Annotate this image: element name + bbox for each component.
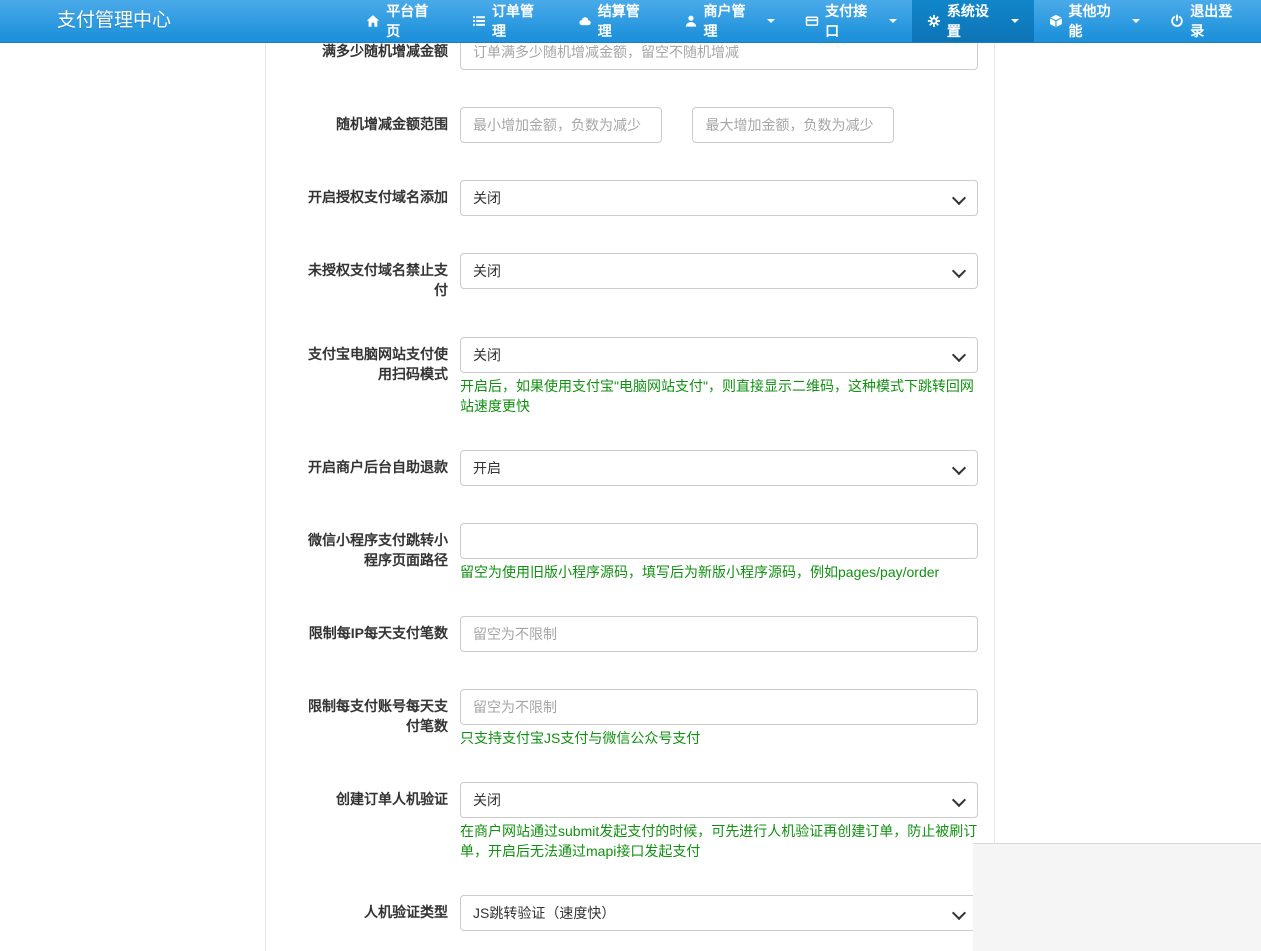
field-label: 人机验证类型 (298, 895, 448, 931)
unauth-domain-block-select[interactable]: 关闭 (460, 253, 978, 289)
nav-item-system-settings[interactable]: 系统设置 (912, 0, 1034, 42)
auth-domain-add-select[interactable]: 关闭 (460, 180, 978, 216)
miniprogram-path-input[interactable] (460, 523, 978, 559)
form-row-ip-daily-limit: 限制每IP每天支付笔数 (266, 616, 994, 652)
nav-item-label: 系统设置 (947, 1, 1003, 41)
nav-item-label: 退出登录 (1190, 1, 1246, 41)
account-daily-limit-input[interactable] (460, 689, 978, 725)
help-text: 开启后，如果使用支付宝"电脑网站支付"，则直接显示二维码，这种模式下跳转回网站速… (460, 376, 978, 416)
alipay-qrcode-mode-select[interactable]: 关闭 (460, 337, 978, 373)
power-icon (1170, 14, 1184, 28)
form-row-account-daily-limit: 限制每支付账号每天支付笔数 只支持支付宝JS支付与微信公众号支付 (266, 689, 994, 748)
nav-item-platform-home[interactable]: 平台首页 (351, 0, 457, 42)
captcha-type-select[interactable]: JS跳转验证（速度快） (460, 895, 978, 931)
gear-icon (927, 14, 941, 28)
nav-item-payment-interface[interactable]: 支付接口 (790, 0, 912, 42)
chevron-down-icon (952, 461, 966, 475)
field-label: 限制每IP每天支付笔数 (298, 616, 448, 652)
home-icon (366, 14, 380, 28)
select-value: 关闭 (473, 338, 501, 372)
credit-card-icon (805, 14, 819, 28)
help-text: 只支持支付宝JS支付与微信公众号支付 (460, 728, 978, 748)
ip-daily-limit-input[interactable] (460, 616, 978, 652)
field-label: 开启商户后台自助退款 (298, 450, 448, 486)
form-row-miniprogram-path: 微信小程序支付跳转小程序页面路径 留空为使用旧版小程序源码，填写后为新版小程序源… (266, 523, 994, 582)
nav-item-settlement-management[interactable]: 结算管理 (563, 0, 669, 42)
form-row-merchant-self-refund: 开启商户后台自助退款 开启 (266, 450, 994, 486)
chevron-down-icon (952, 906, 966, 920)
form-row-unauth-domain-block: 未授权支付域名禁止支付 关闭 (266, 253, 994, 300)
nav-item-label: 结算管理 (598, 1, 654, 41)
nav-menu: 平台首页 订单管理 结算管理 商户管理 支付接口 (351, 0, 1261, 42)
chevron-down-icon (952, 191, 966, 205)
nav-item-other-functions[interactable]: 其他功能 (1034, 0, 1156, 42)
select-value: 关闭 (473, 783, 501, 817)
field-label: 支付宝电脑网站支付使用扫码模式 (298, 337, 448, 416)
list-icon (472, 14, 486, 28)
page: 支付管理中心 平台首页 订单管理 结算管理 商户管理 支付接口 (0, 0, 1261, 951)
cloud-icon (578, 14, 592, 28)
field-label: 未授权支付域名禁止支付 (298, 253, 448, 300)
merchant-self-refund-select[interactable]: 开启 (460, 450, 978, 486)
chevron-down-icon (952, 264, 966, 278)
field-label: 开启授权支付域名添加 (298, 180, 448, 216)
nav-item-label: 商户管理 (703, 1, 759, 41)
random-amount-min-input[interactable] (460, 107, 662, 143)
field-label: 随机增减金额范围 (298, 107, 448, 143)
nav-item-label: 其他功能 (1069, 1, 1125, 41)
random-amount-max-input[interactable] (692, 107, 894, 143)
help-text: 在商户网站通过submit发起支付的时候，可先进行人机验证再创建订单，防止被刷订… (460, 821, 978, 861)
form-row-random-amount-range: 随机增减金额范围 (266, 107, 994, 143)
app-title: 支付管理中心 (0, 0, 316, 42)
field-label: 创建订单人机验证 (298, 782, 448, 861)
select-value: 开启 (473, 451, 501, 485)
caret-down-icon (1132, 19, 1140, 23)
order-captcha-select[interactable]: 关闭 (460, 782, 978, 818)
select-value: JS跳转验证（速度快） (473, 896, 615, 930)
settings-form-panel: 满多少随机增减金额 随机增减金额范围 开启授权支付域名添加 关闭 (265, 42, 995, 951)
select-value: 关闭 (473, 254, 501, 288)
chevron-down-icon (952, 793, 966, 807)
caret-down-icon (767, 19, 775, 23)
top-navbar: 支付管理中心 平台首页 订单管理 结算管理 商户管理 支付接口 (0, 0, 1261, 43)
nav-item-logout[interactable]: 退出登录 (1155, 0, 1261, 42)
nav-item-merchant-management[interactable]: 商户管理 (669, 0, 791, 42)
caret-down-icon (1011, 19, 1019, 23)
select-value: 关闭 (473, 181, 501, 215)
nav-item-order-management[interactable]: 订单管理 (457, 0, 563, 42)
bottom-right-overlay (973, 843, 1261, 951)
cube-icon (1049, 14, 1063, 28)
nav-item-label: 支付接口 (825, 1, 881, 41)
form-row-order-captcha: 创建订单人机验证 关闭 在商户网站通过submit发起支付的时候，可先进行人机验… (266, 782, 994, 861)
caret-down-icon (889, 19, 897, 23)
form-row-auth-domain-add: 开启授权支付域名添加 关闭 (266, 180, 994, 216)
field-label: 限制每支付账号每天支付笔数 (298, 689, 448, 748)
help-text: 留空为使用旧版小程序源码，填写后为新版小程序源码，例如pages/pay/ord… (460, 562, 978, 582)
form-row-captcha-type: 人机验证类型 JS跳转验证（速度快） (266, 895, 994, 931)
nav-item-label: 订单管理 (492, 1, 548, 41)
chevron-down-icon (952, 348, 966, 362)
form-row-alipay-qrcode-mode: 支付宝电脑网站支付使用扫码模式 关闭 开启后，如果使用支付宝"电脑网站支付"，则… (266, 337, 994, 416)
nav-item-label: 平台首页 (386, 1, 442, 41)
field-label: 微信小程序支付跳转小程序页面路径 (298, 523, 448, 582)
user-icon (684, 14, 698, 28)
